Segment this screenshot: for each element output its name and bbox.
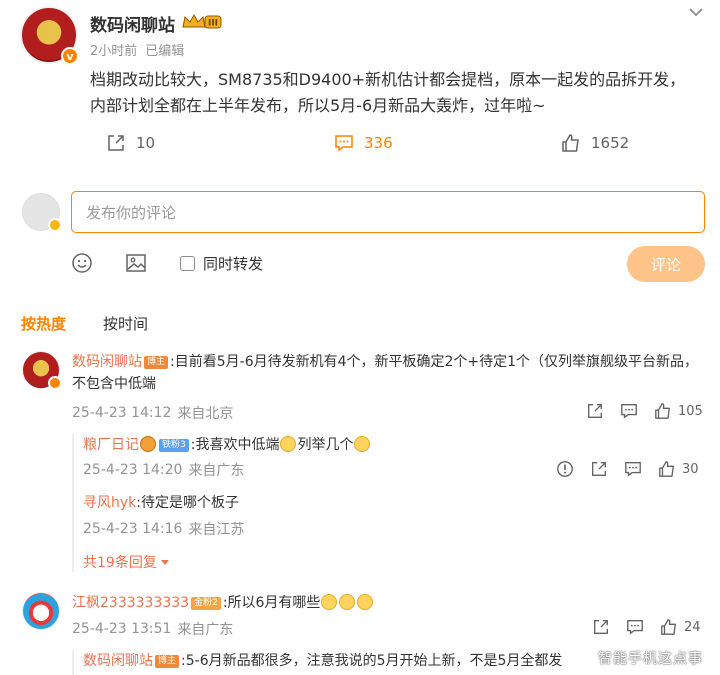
comment-meta: 25-4-23 14:12 来自北京: [72, 403, 233, 423]
caret-down-icon: [160, 560, 169, 565]
commenter-avatar[interactable]: [22, 351, 62, 390]
reply-author[interactable]: 寻风hyk: [83, 495, 136, 511]
repost-label: 同时转发: [203, 255, 264, 273]
comment-author[interactable]: 数码闲聊站: [72, 354, 142, 370]
comment-location: 来自北京: [177, 406, 234, 422]
comment-author[interactable]: 江枫2333333333: [72, 595, 189, 611]
reply-location: 来自广东: [188, 463, 245, 479]
verified-badge: [48, 376, 62, 390]
emoji-icon[interactable]: [71, 252, 93, 274]
fan-badge-icon: [140, 436, 156, 452]
post-meta: 2小时前 已编辑: [90, 40, 184, 59]
smile-emoji-icon: [321, 594, 338, 610]
share-icon[interactable]: [592, 618, 610, 636]
share-icon[interactable]: [590, 460, 608, 478]
submit-comment-button[interactable]: 评论: [627, 246, 705, 282]
commenter-avatar[interactable]: [22, 592, 60, 630]
comment-location: 来自广东: [177, 622, 234, 638]
reply-thread-line: [72, 434, 74, 572]
comment-button[interactable]: 336: [334, 133, 393, 153]
grin-emoji-icon: [354, 436, 371, 452]
checkbox-box[interactable]: [180, 256, 195, 271]
level-crown-icon[interactable]: III: [181, 13, 223, 31]
comment-body: 江枫2333333333 金粉2:所以6月有哪些: [72, 592, 374, 614]
fan-tag: 金粉2: [191, 597, 221, 610]
smile-emoji-icon: [339, 594, 356, 610]
reply-thread-line: [72, 650, 74, 675]
share-button[interactable]: 10: [106, 133, 155, 153]
smile-emoji-icon: [357, 594, 374, 610]
like-button[interactable]: 1652: [561, 133, 629, 153]
reply-like-count: 30: [682, 461, 699, 477]
edited-label[interactable]: 已编辑: [145, 40, 184, 59]
reply-text: :5-6月新品都很多，注意我说的5月开始上新，不是5月全都发: [181, 653, 563, 669]
level-badge-text: III: [208, 19, 218, 29]
reply-text: :我喜欢中低端: [190, 437, 280, 453]
report-icon[interactable]: [556, 460, 574, 478]
more-replies-label: 共19条回复: [83, 555, 157, 571]
thumb-up-icon: [562, 134, 579, 152]
verified-badge: [48, 218, 62, 232]
reply-date: 25-4-23 14:20: [83, 462, 183, 478]
more-replies-link[interactable]: 共19条回复: [83, 552, 171, 572]
repost-checkbox[interactable]: 同时转发: [180, 253, 263, 274]
comment-text: :所以6月有哪些: [222, 595, 321, 611]
reply-icon[interactable]: [620, 402, 638, 420]
comment-icon: [335, 135, 353, 152]
thumb-up-icon[interactable]: [658, 460, 676, 478]
comment-actions: 105: [570, 402, 703, 420]
share-icon: [108, 135, 124, 151]
fan-tag: 铁粉3: [159, 439, 189, 452]
reply-author[interactable]: 数码闲聊站: [83, 653, 153, 669]
comment-like-count: 24: [684, 619, 701, 635]
comment-actions: 24: [576, 618, 701, 636]
tab-sort-time[interactable]: 按时间: [103, 313, 148, 334]
reply-meta: 25-4-23 14:16 来自江苏: [83, 519, 244, 539]
reply-author[interactable]: 粮厂日记: [83, 437, 139, 453]
post-time[interactable]: 2小时前: [90, 40, 137, 59]
reply-date: 25-4-23 14:16: [83, 521, 183, 537]
my-avatar[interactable]: [22, 193, 62, 232]
reply-location: 来自江苏: [188, 522, 245, 538]
comment-count: 336: [364, 134, 393, 152]
reply-actions: 30: [540, 460, 699, 478]
comment-placeholder: 发布你的评论: [86, 203, 177, 222]
like-count: 1652: [591, 134, 630, 152]
author-tag: 博主: [144, 356, 169, 369]
share-count: 10: [136, 134, 156, 152]
reply-body: 粮厂日记 铁粉3:我喜欢中低端 列举几个: [83, 434, 523, 456]
post-text: 档期改动比较大，SM8735和D9400+新机估计都会提档，原本一起发的品拆开发…: [90, 70, 686, 115]
tab-sort-hot[interactable]: 按热度: [21, 313, 66, 334]
author-name[interactable]: 数码闲聊站: [90, 11, 175, 36]
author-avatar[interactable]: v: [20, 6, 79, 65]
reply-text: :待定是哪个板子: [136, 495, 239, 511]
reply-text-2: 列举几个: [297, 437, 354, 453]
verified-badge: v: [61, 47, 79, 65]
share-icon[interactable]: [586, 402, 604, 420]
reply-icon[interactable]: [626, 618, 644, 636]
grin-emoji-icon: [280, 436, 297, 452]
comment-date: 25-4-23 13:51: [72, 621, 172, 637]
reply-icon[interactable]: [624, 460, 642, 478]
thumb-up-icon[interactable]: [654, 402, 672, 420]
comment-like-count: 105: [678, 403, 703, 419]
reply-body: 寻风hyk:待定是哪个板子: [83, 492, 239, 514]
reply-body: 数码闲聊站 博主:5-6月新品都很多，注意我说的5月开始上新，不是5月全都发: [83, 650, 562, 672]
watermark: 智能手机这点事: [598, 651, 703, 667]
chevron-down-icon[interactable]: [686, 2, 706, 22]
comment-input[interactable]: 发布你的评论: [71, 191, 705, 233]
thumb-up-icon[interactable]: [660, 618, 678, 636]
image-icon[interactable]: [125, 252, 147, 274]
comment-date: 25-4-23 14:12: [72, 405, 172, 421]
reply-meta: 25-4-23 14:20 来自广东: [83, 460, 244, 480]
comment-body: 数码闲聊站 博主:目前看5月-6月待发新机有4个，新平板确定2个+待定1个（仅列举…: [72, 351, 702, 395]
author-tag: 博主: [155, 655, 180, 668]
comment-meta: 25-4-23 13:51 来自广东: [72, 619, 233, 639]
